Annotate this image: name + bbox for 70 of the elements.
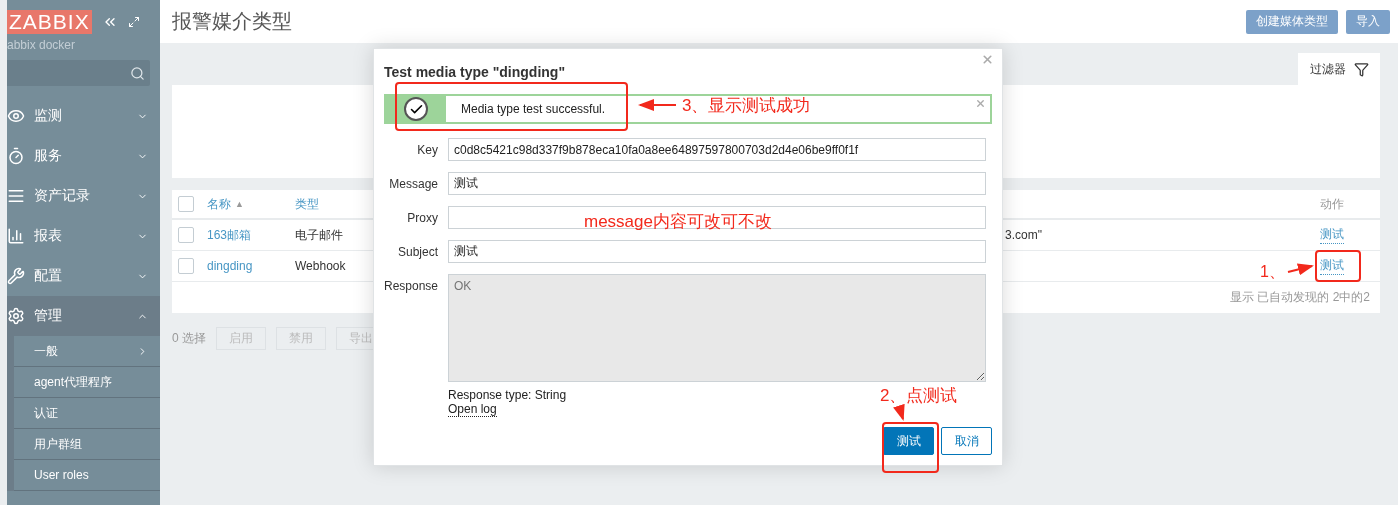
name-link[interactable]: 163邮箱 bbox=[207, 226, 252, 244]
annotation-text: message内容可改可不改 bbox=[584, 211, 772, 233]
header-button[interactable]: 创建媒体类型 bbox=[1246, 9, 1338, 34]
field-label: Subject bbox=[396, 244, 438, 261]
input-field[interactable] bbox=[448, 206, 986, 229]
menu-icon bbox=[7, 307, 25, 325]
search-field[interactable] bbox=[7, 60, 150, 86]
annotation-box bbox=[1315, 250, 1361, 282]
logo: ZABBIX bbox=[7, 9, 92, 34]
selection-count: 0 选择 bbox=[172, 330, 206, 347]
annotation-arrow bbox=[1287, 263, 1314, 276]
expand-icon[interactable] bbox=[127, 15, 140, 28]
annotation-text: 1、 bbox=[1260, 262, 1285, 282]
search-icon bbox=[130, 65, 145, 81]
table-cell-text: 电子邮件 bbox=[295, 226, 344, 244]
annotation-arrow bbox=[638, 99, 677, 111]
submenu-item[interactable]: 用户群组 bbox=[14, 429, 160, 460]
checkbox[interactable] bbox=[178, 227, 194, 243]
response-type: Response type: String bbox=[448, 388, 567, 402]
server-name: abbix docker bbox=[7, 37, 77, 54]
submenu-item[interactable]: 认证 bbox=[14, 398, 160, 429]
close-icon[interactable] bbox=[981, 53, 994, 66]
response-field[interactable]: OK bbox=[448, 274, 986, 382]
filter-tab[interactable]: 过滤器 bbox=[1298, 53, 1380, 85]
dialog-title: Test media type "dingding" bbox=[384, 64, 567, 82]
menu-item[interactable]: 服务 bbox=[7, 136, 160, 176]
page-title: 报警媒介类型 bbox=[172, 9, 293, 34]
field-label: Key bbox=[416, 142, 438, 159]
check-icon bbox=[404, 97, 428, 121]
menu-icon bbox=[7, 107, 25, 125]
field-label: Proxy bbox=[406, 210, 438, 227]
menu-icon bbox=[7, 187, 25, 205]
menu-item[interactable]: 报表 bbox=[7, 216, 160, 256]
annotation-text: 2、点测试 bbox=[880, 385, 958, 407]
dialog-button[interactable]: 取消 bbox=[941, 427, 992, 455]
test-link[interactable]: 测试 bbox=[1320, 226, 1344, 244]
menu-item[interactable]: 资产记录 bbox=[7, 176, 160, 216]
column-header[interactable]: 名称 bbox=[207, 195, 231, 213]
input-field[interactable]: 测试 bbox=[448, 240, 986, 263]
sort-icon: ▲ bbox=[235, 199, 244, 209]
open-log-link[interactable]: Open log bbox=[448, 402, 497, 417]
checkbox[interactable] bbox=[178, 196, 194, 212]
menu-item[interactable]: 配置 bbox=[7, 256, 160, 296]
table-footer: 显示 已自动发现的 2中的2 bbox=[1230, 289, 1370, 306]
name-link[interactable]: dingding bbox=[207, 259, 253, 273]
menu-item[interactable]: 监测 bbox=[7, 96, 160, 136]
menu-icon bbox=[7, 227, 25, 245]
submenu-item[interactable]: agent代理程序 bbox=[14, 367, 160, 398]
checkbox[interactable] bbox=[178, 258, 194, 274]
message-text: Media type test successful. bbox=[461, 102, 606, 116]
menu-item[interactable]: 管理 bbox=[7, 296, 160, 336]
dialog-button[interactable]: 测试 bbox=[883, 427, 934, 455]
submenu-item[interactable]: 一般 bbox=[14, 336, 160, 367]
header-button[interactable]: 导入 bbox=[1346, 9, 1390, 34]
filter-icon bbox=[1353, 61, 1369, 77]
test-link[interactable]: 测试 bbox=[1320, 257, 1344, 275]
column-header: 动作 bbox=[1320, 195, 1345, 213]
annotation-arrow bbox=[893, 403, 905, 421]
field-label: Response bbox=[384, 278, 438, 295]
input-field[interactable]: 测试 bbox=[448, 172, 986, 195]
menu-icon bbox=[7, 267, 25, 285]
table-cell-text: 3.com" bbox=[1005, 228, 1043, 242]
table-cell-text: Webhook bbox=[295, 259, 347, 273]
submenu-item[interactable]: User roles bbox=[14, 460, 160, 491]
menu-icon bbox=[7, 147, 25, 165]
input-field[interactable]: c0d8c5421c98d337f9b878eca10fa0a8ee64897597800703d2d4e06be9ff0f1f bbox=[448, 138, 986, 161]
annotation-text: 3、显示测试成功 bbox=[682, 95, 811, 117]
field-label: Message bbox=[388, 176, 438, 193]
annotation-box bbox=[882, 422, 939, 473]
column-header[interactable]: 类型 bbox=[295, 195, 319, 213]
